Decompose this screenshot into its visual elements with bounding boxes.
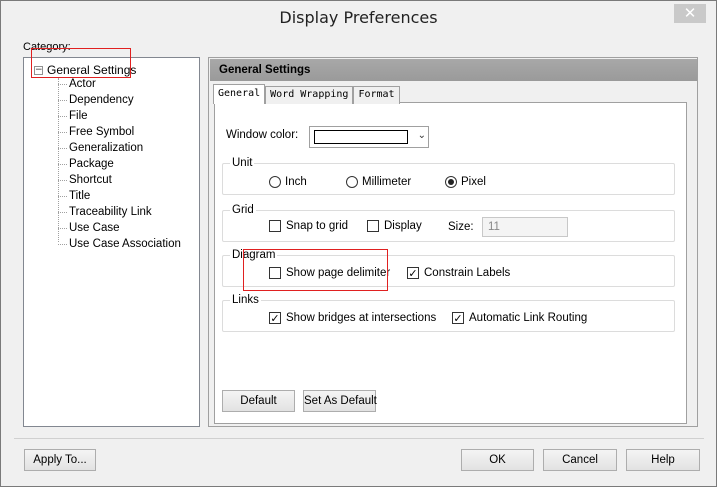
tab-word-wrapping[interactable]: Word Wrapping bbox=[265, 86, 354, 104]
checkbox-box bbox=[367, 220, 379, 232]
grid-size-label: Size: bbox=[448, 221, 474, 233]
grid-size-input[interactable]: 11 bbox=[482, 217, 568, 237]
help-button[interactable]: Help bbox=[626, 449, 700, 471]
display-preferences-dialog: Display Preferences ✕ Category: − Genera… bbox=[0, 0, 717, 487]
tree-item-label: Generalization bbox=[69, 142, 144, 154]
radio-indicator bbox=[445, 176, 457, 188]
tree-item-label: Title bbox=[69, 190, 91, 202]
tree-item-shortcut[interactable]: Shortcut bbox=[58, 172, 112, 188]
links-group-title: Links bbox=[230, 294, 261, 306]
tree-item-label: Shortcut bbox=[69, 174, 112, 186]
grid-group-title: Grid bbox=[230, 204, 256, 216]
radio-inch[interactable]: Inch bbox=[269, 176, 307, 188]
close-icon: ✕ bbox=[683, 4, 697, 22]
cancel-button[interactable]: Cancel bbox=[543, 449, 617, 471]
checkbox-box bbox=[269, 220, 281, 232]
checkbox-label: Display bbox=[384, 220, 422, 232]
checkbox-label: Constrain Labels bbox=[424, 267, 511, 279]
show-bridges-checkbox[interactable]: ✓ Show bridges at intersections bbox=[269, 312, 436, 324]
close-button[interactable]: ✕ bbox=[674, 4, 706, 23]
tree-item-label: Package bbox=[69, 158, 114, 170]
tree-item-title[interactable]: Title bbox=[58, 188, 90, 204]
tree-item-free-symbol[interactable]: Free Symbol bbox=[58, 124, 134, 140]
tree-item-label: Dependency bbox=[69, 94, 134, 106]
tree-item-dependency[interactable]: Dependency bbox=[58, 92, 134, 108]
tab-strip: General Word Wrapping Format bbox=[213, 84, 400, 104]
highlight-box-general-settings bbox=[31, 48, 131, 78]
radio-millimeter[interactable]: Millimeter bbox=[346, 176, 411, 188]
window-color-picker[interactable]: ⌄ bbox=[309, 126, 429, 148]
checkbox-box: ✓ bbox=[452, 312, 464, 325]
color-swatch bbox=[314, 130, 408, 144]
ok-button[interactable]: OK bbox=[461, 449, 534, 471]
checkbox-box: ✓ bbox=[407, 267, 419, 280]
checkbox-label: Automatic Link Routing bbox=[469, 312, 588, 324]
tree-item-label: Free Symbol bbox=[69, 126, 135, 138]
tree-item-label: Use Case Association bbox=[69, 238, 181, 250]
dialog-title: Display Preferences bbox=[279, 8, 438, 27]
default-button[interactable]: Default bbox=[222, 390, 295, 412]
unit-group-title: Unit bbox=[230, 157, 255, 169]
snap-to-grid-checkbox[interactable]: Snap to grid bbox=[269, 220, 348, 232]
tree-item-generalization[interactable]: Generalization bbox=[58, 140, 143, 156]
tree-item-use-case-association[interactable]: Use Case Association bbox=[58, 236, 181, 252]
tree-item-label: Traceability Link bbox=[69, 206, 152, 218]
checkbox-box: ✓ bbox=[269, 312, 281, 325]
tree-item-use-case[interactable]: Use Case bbox=[58, 220, 120, 236]
tab-general[interactable]: General bbox=[213, 84, 266, 104]
tab-format[interactable]: Format bbox=[353, 86, 400, 104]
checkbox-label: Show bridges at intersections bbox=[286, 312, 437, 324]
tree-item-label: Actor bbox=[69, 78, 96, 90]
tree-item-package[interactable]: Package bbox=[58, 156, 114, 172]
automatic-link-routing-checkbox[interactable]: ✓ Automatic Link Routing bbox=[452, 312, 587, 324]
apply-to-button[interactable]: Apply To... bbox=[24, 449, 96, 471]
radio-indicator bbox=[269, 176, 281, 188]
radio-indicator bbox=[346, 176, 358, 188]
tree-item-label: File bbox=[69, 110, 88, 122]
radio-label: Millimeter bbox=[362, 176, 412, 188]
set-as-default-button[interactable]: Set As Default bbox=[303, 390, 377, 412]
footer-divider bbox=[14, 438, 704, 439]
constrain-labels-checkbox[interactable]: ✓ Constrain Labels bbox=[407, 267, 510, 279]
tree-item-file[interactable]: File bbox=[58, 108, 88, 124]
title-bar: Display Preferences ✕ bbox=[1, 1, 716, 33]
radio-label: Inch bbox=[285, 176, 307, 188]
chevron-down-icon: ⌄ bbox=[417, 130, 426, 141]
category-tree[interactable]: − General Settings Actor Dependency File… bbox=[23, 57, 200, 427]
panel-header: General Settings bbox=[210, 59, 697, 81]
display-grid-checkbox[interactable]: Display bbox=[367, 220, 422, 232]
highlight-box-page-delimiter bbox=[243, 249, 388, 291]
tree-item-label: Use Case bbox=[69, 222, 120, 234]
radio-label: Pixel bbox=[461, 176, 486, 188]
window-color-label: Window color: bbox=[226, 129, 299, 141]
radio-pixel[interactable]: Pixel bbox=[445, 176, 486, 188]
checkbox-label: Snap to grid bbox=[286, 220, 349, 232]
tree-item-traceability-link[interactable]: Traceability Link bbox=[58, 204, 152, 220]
tree-item-actor[interactable]: Actor bbox=[58, 76, 96, 92]
